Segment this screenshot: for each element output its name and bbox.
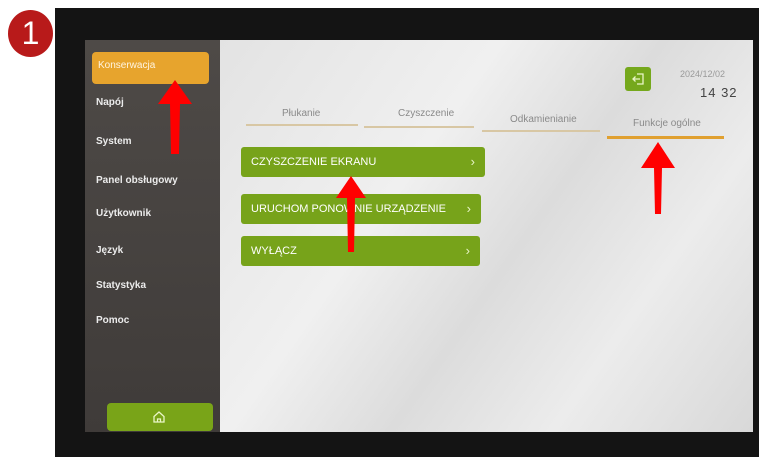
time-display: 14 32: [700, 85, 738, 100]
exit-button[interactable]: [625, 67, 651, 91]
sidebar-item-system[interactable]: System: [96, 136, 132, 147]
shutdown-label: WYŁĄCZ: [251, 245, 297, 257]
tab-active-underline: [607, 136, 724, 139]
sidebar-item-pomoc[interactable]: Pomoc: [96, 315, 129, 326]
chevron-right-icon: ›: [470, 154, 475, 169]
red-arrow-icon: [158, 80, 192, 154]
red-arrow-icon: [641, 142, 675, 214]
chevron-right-icon: ›: [465, 243, 470, 258]
red-arrow-icon: [336, 176, 366, 252]
clean-screen-label: CZYSZCZENIE EKRANU: [251, 156, 377, 168]
sidebar-item-panel-obslugowy[interactable]: Panel obsługowy: [96, 175, 178, 186]
tab-czyszczenie[interactable]: Czyszczenie: [398, 108, 454, 119]
sidebar-item-napoj[interactable]: Napój: [96, 97, 124, 108]
home-button[interactable]: [107, 403, 213, 431]
home-icon: [153, 411, 165, 423]
sidebar: Konserwacja Napój System Panel obsługowy…: [85, 40, 220, 432]
tab-underline: [246, 124, 358, 126]
main-panel: 2024/12/02 14 32 Płukanie Czyszczenie Od…: [220, 40, 753, 432]
clean-screen-button[interactable]: CZYSZCZENIE EKRANU ›: [241, 147, 485, 177]
tab-underline: [364, 126, 474, 128]
sidebar-item-uzytkownik[interactable]: Użytkownik: [96, 208, 151, 219]
sidebar-item-statystyka[interactable]: Statystyka: [96, 280, 146, 291]
tab-funkcje-ogolne[interactable]: Funkcje ogólne: [633, 118, 701, 129]
tab-odkamienianie[interactable]: Odkamienianie: [510, 114, 577, 125]
date-display: 2024/12/02: [680, 69, 726, 79]
exit-icon: [632, 73, 644, 85]
tab-underline: [482, 130, 600, 132]
chevron-right-icon: ›: [466, 201, 471, 216]
step-number-badge: 1: [8, 10, 53, 57]
sidebar-item-jezyk[interactable]: Język: [96, 245, 123, 256]
tab-plukanie[interactable]: Płukanie: [282, 108, 320, 119]
